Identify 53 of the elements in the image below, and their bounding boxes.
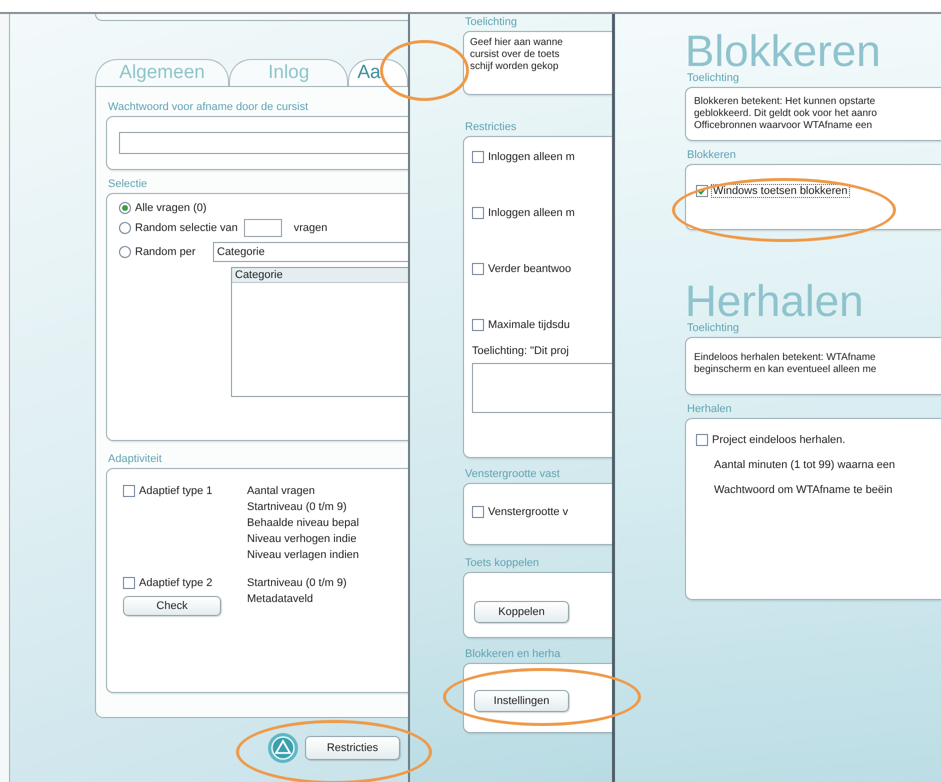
setting-label: Startniveau (0 t/m 9) bbox=[247, 577, 347, 589]
checkbox-label: Windows toetsen blokkeren bbox=[712, 185, 849, 197]
checkbox-label: Inloggen alleen m bbox=[488, 207, 575, 219]
settings-button[interactable]: Instellingen bbox=[474, 690, 569, 712]
setting-label: Startniveau (0 t/m 9) bbox=[247, 501, 348, 513]
checkbox-label: Adaptief type 1 bbox=[139, 485, 212, 497]
setting-label: Metadataveld bbox=[247, 593, 314, 605]
group-label: Toelichting bbox=[687, 322, 740, 334]
radio-label: Random selectie van bbox=[135, 222, 238, 234]
restrictions-button[interactable]: Restricties bbox=[305, 736, 400, 760]
group-label: Restricties bbox=[465, 121, 516, 133]
radio-label: Random per bbox=[135, 246, 197, 258]
setting-label: Wachtwoord om WTAfname te beëin bbox=[714, 484, 894, 496]
checkbox-label: Adaptief type 2 bbox=[139, 577, 212, 589]
explanation-text: geblokkeerd. Dit geldt ook voor het aanro bbox=[694, 108, 878, 120]
checkbox-label: Maximale tijdsdu bbox=[488, 319, 570, 331]
setting-label: Niveau verhogen indie bbox=[247, 533, 358, 545]
section-heading: Herhalen bbox=[685, 280, 865, 324]
group-label: Venstergrootte vast bbox=[465, 468, 560, 480]
explanation-text: Officebronnen waarvoor WTAfname een bbox=[694, 120, 874, 132]
group-label: Blokkeren bbox=[687, 149, 737, 161]
section-heading: Blokkeren bbox=[685, 30, 882, 74]
list-header: Categorie bbox=[232, 268, 408, 283]
checkbox-label: Verder beantwoo bbox=[488, 263, 572, 275]
group-label: Selectie bbox=[108, 178, 148, 190]
setting-label: Aantal vragen bbox=[247, 485, 316, 497]
group-label: Toets koppelen bbox=[465, 557, 539, 569]
explanation-text: Geef hier aan wanne bbox=[470, 37, 564, 49]
explanation-text: schijf worden gekop bbox=[470, 61, 560, 73]
explanation-text: cursist over de toets bbox=[470, 49, 560, 61]
setting-label: Behaalde niveau bepal bbox=[247, 517, 359, 529]
radio-label: Alle vragen (0) bbox=[135, 202, 207, 214]
group-label: Toelichting bbox=[465, 16, 517, 28]
explanation-text: Blokkeren betekent: Het kunnen opstarte bbox=[694, 96, 876, 108]
group-label: Blokkeren en herha bbox=[465, 648, 560, 660]
field-label: Toelichting: "Dit proj bbox=[472, 345, 570, 357]
radio-suffix: vragen bbox=[294, 222, 328, 234]
checkbox-label: Inloggen alleen m bbox=[488, 151, 575, 163]
checkbox-label: Venstergrootte v bbox=[488, 506, 568, 518]
link-button[interactable]: Koppelen bbox=[474, 601, 569, 623]
group-label: Wachtwoord voor afname door de cursist bbox=[108, 101, 308, 113]
setting-label: Aantal minuten (1 tot 99) waarna een bbox=[714, 459, 896, 471]
check-button[interactable]: Check bbox=[123, 596, 221, 616]
checkbox-label: Project eindeloos herhalen. bbox=[712, 434, 846, 446]
group-label: Toelichting bbox=[687, 72, 740, 84]
explanation-text: beginscherm en kan eventueel alleen me bbox=[694, 364, 878, 376]
setting-label: Niveau verlagen indien bbox=[247, 549, 359, 561]
list-box[interactable]: Categorie bbox=[231, 267, 408, 397]
tab[interactable]: Aa bbox=[348, 59, 408, 86]
group-label: Adaptiviteit bbox=[108, 453, 162, 465]
group-label: Herhalen bbox=[687, 403, 733, 415]
dropdown[interactable]: Categorie bbox=[213, 242, 408, 262]
explanation-text: Eindeloos herhalen betekent: WTAfname bbox=[694, 352, 877, 364]
